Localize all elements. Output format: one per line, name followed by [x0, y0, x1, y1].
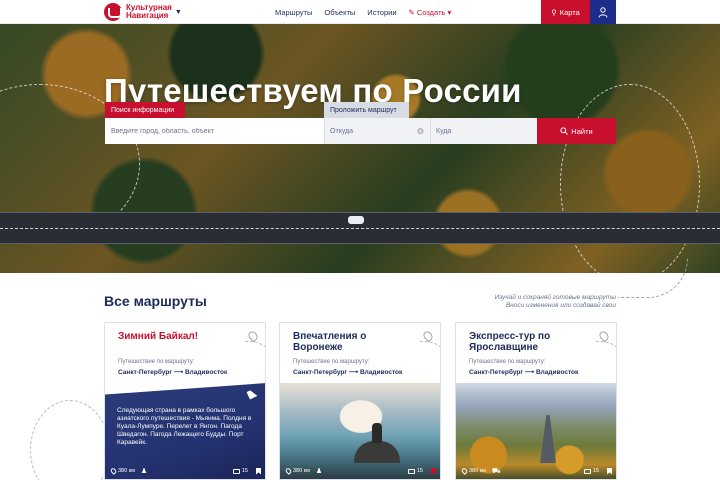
map-pin-icon — [284, 467, 293, 475]
card-title[interactable]: Зимний Байкал! — [118, 331, 238, 342]
route-to: Владивосток — [184, 369, 228, 376]
card-distance: 380 км — [109, 467, 135, 475]
chevron-down-icon[interactable]: ▼ — [175, 9, 182, 16]
search-icon — [560, 127, 569, 135]
card-distance: 380 км — [284, 467, 310, 475]
walker-icon: ♟ — [140, 468, 148, 475]
logo-icon — [104, 3, 122, 21]
user-icon — [598, 6, 608, 18]
tab-search-info[interactable]: Поиск информации — [105, 102, 185, 118]
route-from: Санкт-Петербург — [118, 369, 173, 376]
tab-build-route[interactable]: Проложить маршрут — [324, 102, 409, 118]
nav-item-routes[interactable]: Маршруты — [275, 8, 312, 17]
dashed-route-decoration — [30, 400, 110, 480]
walker-icon: ♟ — [315, 468, 323, 475]
route-from: Санкт-Петербург — [469, 369, 524, 376]
logo-text: Культурная Навигация — [126, 4, 172, 20]
route-card[interactable]: Зимний Байкал! Путешествие по маршруту: … — [104, 322, 266, 480]
card-comments[interactable]: 15 — [407, 468, 423, 474]
pencil-icon: ✎ — [408, 7, 415, 17]
route-card[interactable]: Впечатления о Воронеже Путешествие по ма… — [279, 322, 441, 480]
nav-item-stories[interactable]: Истории — [367, 8, 396, 17]
section-note-line-1: Изучай и сохраняй готовые маршруты — [494, 294, 616, 301]
card-title[interactable]: Экспресс-тур по Ярославщине — [469, 331, 589, 353]
section-title: Все маршруты — [104, 293, 207, 309]
card-image-traveler — [372, 423, 382, 443]
top-header: Культурная Навигация ▼ Маршруты Объекты … — [0, 0, 720, 24]
route-to: Владивосток — [359, 369, 403, 376]
card-description: Следующая страна в рамках большого азиат… — [117, 407, 252, 446]
map-button-label: Карта — [559, 7, 580, 17]
map-pin-icon: ⚲ — [551, 7, 557, 17]
comment-icon — [232, 468, 240, 474]
from-input[interactable] — [324, 118, 430, 144]
route-to: Владивосток — [535, 369, 579, 376]
dashed-route-decoration — [618, 258, 688, 298]
car-image — [348, 216, 364, 224]
comments-count: 15 — [416, 468, 423, 474]
card-route: Санкт-Петербург ⟶ Владивосток — [118, 368, 227, 376]
bookmark-icon[interactable] — [607, 467, 612, 475]
card-subtitle: Путешествие по маршруту: — [469, 359, 546, 365]
logo-line-2: Навигация — [126, 11, 169, 20]
nav-item-objects[interactable]: Объекты — [324, 8, 355, 17]
swap-icon[interactable]: ❂ — [417, 127, 424, 136]
city-search-input[interactable] — [105, 118, 324, 144]
map-button[interactable]: ⚲ Карта — [541, 0, 590, 24]
main-nav: Маршруты Объекты Истории ✎ Создать ▾ — [275, 0, 451, 24]
bookmark-icon[interactable] — [431, 467, 436, 475]
card-route: Санкт-Петербург ⟶ Владивосток — [293, 368, 402, 376]
user-button[interactable] — [590, 0, 616, 24]
site-logo[interactable]: Культурная Навигация ▼ — [104, 3, 182, 21]
create-label: Создать — [416, 7, 446, 17]
card-subtitle: Путешествие по маршруту: — [293, 359, 370, 365]
arrow-right-icon: ⟶ — [173, 369, 185, 376]
find-button[interactable]: Найти — [537, 118, 616, 144]
to-input[interactable] — [430, 118, 537, 144]
chevron-down-icon: ▾ — [447, 7, 452, 17]
distance-value: 380 км — [469, 468, 486, 474]
route-from: Санкт-Петербург — [293, 369, 348, 376]
distance-value: 380 км — [293, 468, 310, 474]
comment-icon — [583, 468, 591, 474]
map-pin-icon — [109, 467, 118, 475]
card-title[interactable]: Впечатления о Воронеже — [293, 331, 413, 353]
bookmark-icon[interactable] — [256, 467, 261, 475]
card-comments[interactable]: 15 — [583, 468, 599, 474]
card-stats: 380 км ♟ 15 — [105, 463, 265, 479]
find-button-label: Найти — [571, 126, 593, 136]
card-stats: 380 км ♟ 15 — [280, 463, 440, 479]
comments-count: 15 — [592, 468, 599, 474]
route-card[interactable]: Экспресс-тур по Ярославщине Путешествие … — [455, 322, 617, 480]
comment-icon — [407, 468, 415, 474]
card-route: Санкт-Петербург ⟶ Владивосток — [469, 368, 578, 376]
comments-count: 15 — [241, 468, 248, 474]
card-comments[interactable]: 15 — [232, 468, 248, 474]
hero-banner: Путешествуем по России — [0, 24, 720, 273]
distance-value: 380 км — [118, 468, 135, 474]
section-note-line-2: Вноси изменения или создавай свои — [505, 302, 616, 309]
card-subtitle: Путешествие по маршруту: — [118, 359, 195, 365]
create-menu[interactable]: ✎ Создать ▾ — [409, 8, 452, 17]
dashed-route-decoration — [560, 84, 700, 273]
car-icon: ⛟ — [491, 467, 501, 475]
section-note: Изучай и сохраняй готовые маршруты Вноси… — [460, 294, 616, 310]
arrow-right-icon: ⟶ — [348, 369, 360, 376]
map-pin-icon — [460, 467, 469, 475]
card-stats: 380 км ⛟ 15 — [456, 463, 616, 479]
card-distance: 380 км — [460, 467, 486, 475]
arrow-right-icon: ⟶ — [524, 369, 536, 376]
